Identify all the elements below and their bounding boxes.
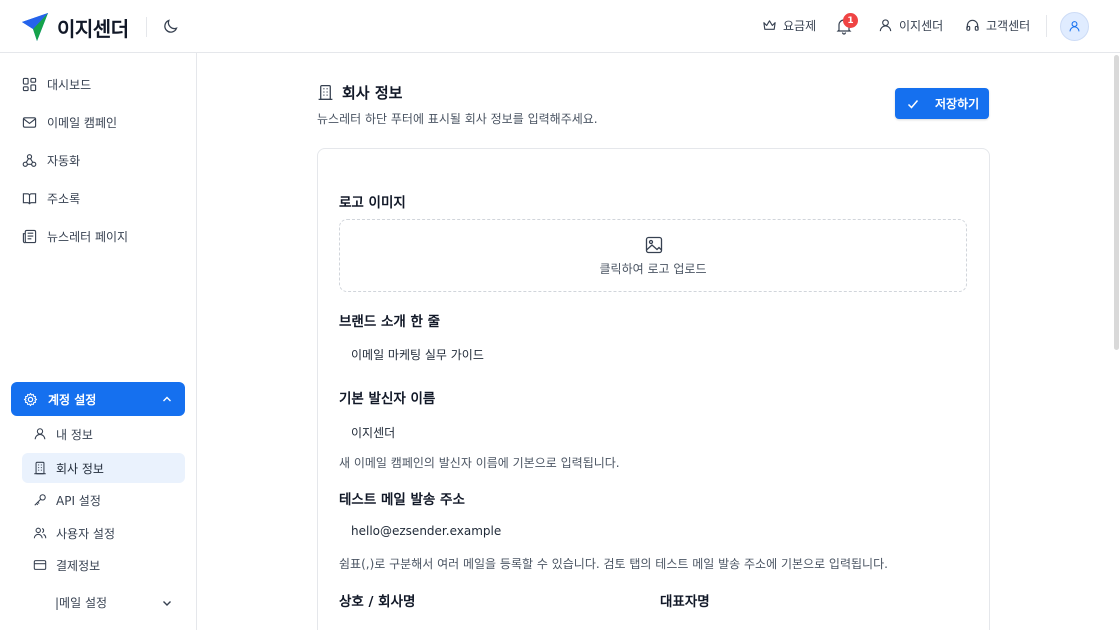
gear-icon	[23, 392, 38, 406]
key-icon	[34, 494, 46, 506]
pricing-label: 요금제	[783, 19, 817, 33]
pricing-link[interactable]: 요금제	[762, 17, 816, 34]
test-email-help: 쉼표(,)로 구분해서 여러 메일을 등록할 수 있습니다. 검토 탭의 테스트…	[339, 557, 888, 571]
sidebar-subitem-my-info[interactable]: 내 정보	[22, 419, 185, 449]
logo-upload-area[interactable]: 클릭하여 로고 업로드	[339, 219, 967, 292]
sender-name-label: 기본 발신자 이름	[339, 391, 436, 407]
support-link[interactable]: 고객센터	[965, 17, 1030, 34]
sidebar-subitem-api-settings[interactable]: API 설정	[22, 485, 185, 515]
sender-name-input[interactable]: 이지센더	[351, 424, 395, 441]
sidebar: 대시보드 이메일 캠페인 자동화 주소록 뉴스레터 페이지 계정 설정 내 정보…	[0, 53, 197, 630]
page-title: 회사 정보	[342, 84, 403, 102]
book-icon	[22, 193, 37, 205]
sidebar-subitem-label: API 설정	[56, 493, 101, 508]
sidebar-subitem-label: 회사 정보	[56, 461, 104, 476]
newspaper-icon	[22, 229, 37, 244]
header-divider	[1046, 15, 1047, 37]
test-email-input[interactable]: hello@ezsender.example	[351, 524, 501, 538]
dashboard-icon	[22, 77, 37, 92]
sidebar-item-address-book[interactable]: 주소록	[22, 190, 80, 207]
avatar-user-icon	[1069, 21, 1080, 32]
sidebar-item-automation[interactable]: 자동화	[22, 152, 80, 169]
sidebar-item-label: 주소록	[47, 192, 81, 206]
building-icon	[34, 461, 46, 475]
sidebar-subitem-company-info[interactable]: 회사 정보	[22, 453, 185, 483]
sidebar-item-dashboard[interactable]: 대시보드	[22, 76, 91, 93]
card-icon	[33, 560, 47, 570]
sidebar-item-label: 대시보드	[47, 78, 92, 92]
sidebar-item-label: 뉴스레터 페이지	[47, 230, 129, 244]
test-email-label: 테스트 메일 발송 주소	[339, 492, 465, 508]
notification-badge: 1	[843, 13, 858, 28]
chevron-up-icon	[163, 396, 171, 402]
account-settings-label: 계정 설정	[48, 392, 97, 407]
brand-intro-label: 브랜드 소개 한 줄	[339, 314, 441, 330]
sidebar-subitem-label: 내 정보	[56, 427, 93, 442]
save-button[interactable]: 저장하기	[895, 88, 989, 119]
header-divider	[146, 17, 147, 37]
headset-icon	[966, 19, 979, 31]
top-header: 이지센더 요금제 1 이지센더 고객센터	[0, 0, 1120, 53]
sidebar-subitem-label: |메일 설정	[55, 595, 108, 610]
user-icon	[879, 19, 892, 32]
page-header: 회사 정보	[317, 82, 402, 103]
check-icon	[907, 99, 919, 109]
sidebar-item-account-settings[interactable]: 계정 설정	[11, 382, 185, 416]
brand-name: 이지센더	[57, 16, 129, 41]
brand-logo[interactable]: 이지센더	[21, 12, 129, 42]
support-label: 고객센터	[986, 19, 1031, 33]
workflow-icon	[22, 154, 37, 167]
sidebar-subitem-label: 결제정보	[56, 558, 101, 573]
page-subtitle: 뉴스레터 하단 푸터에 표시될 회사 정보를 입력해주세요.	[317, 112, 598, 126]
sidebar-item-label: 이메일 캠페인	[47, 116, 118, 130]
brand-intro-input[interactable]: 이메일 마케팅 실무 가이드	[351, 346, 484, 363]
sidebar-item-newsletter-page[interactable]: 뉴스레터 페이지	[22, 228, 128, 245]
account-link[interactable]: 이지센더	[878, 17, 943, 34]
ceo-name-label: 대표자명	[660, 594, 710, 610]
save-button-label: 저장하기	[935, 97, 980, 111]
user-icon	[34, 428, 46, 440]
account-label: 이지센더	[899, 19, 944, 33]
company-name-label: 상호 / 회사명	[339, 594, 416, 610]
scrollbar-thumb[interactable]	[1114, 55, 1119, 350]
paper-plane-logo-icon	[22, 13, 48, 41]
sender-name-help: 새 이메일 캠페인의 발신자 이름에 기본으로 입력됩니다.	[339, 456, 620, 470]
page-scrollbar[interactable]	[1112, 53, 1120, 353]
moon-icon[interactable]	[163, 18, 179, 34]
crown-icon	[763, 20, 776, 30]
users-icon	[33, 527, 47, 539]
sidebar-subitem-label: 사용자 설정	[56, 526, 116, 541]
building-icon	[318, 84, 333, 101]
image-icon	[645, 236, 663, 254]
sidebar-item-label: 자동화	[47, 154, 81, 168]
sidebar-item-email-campaign[interactable]: 이메일 캠페인	[22, 114, 117, 131]
sidebar-subitem-billing[interactable]: 결제정보	[22, 550, 185, 580]
logo-upload-text: 클릭하여 로고 업로드	[599, 262, 707, 276]
avatar[interactable]	[1060, 12, 1089, 41]
sidebar-subitem-user-settings[interactable]: 사용자 설정	[22, 518, 185, 548]
chevron-down-icon[interactable]	[161, 597, 173, 609]
logo-label: 로고 이미지	[339, 195, 406, 211]
mail-icon	[22, 117, 37, 128]
